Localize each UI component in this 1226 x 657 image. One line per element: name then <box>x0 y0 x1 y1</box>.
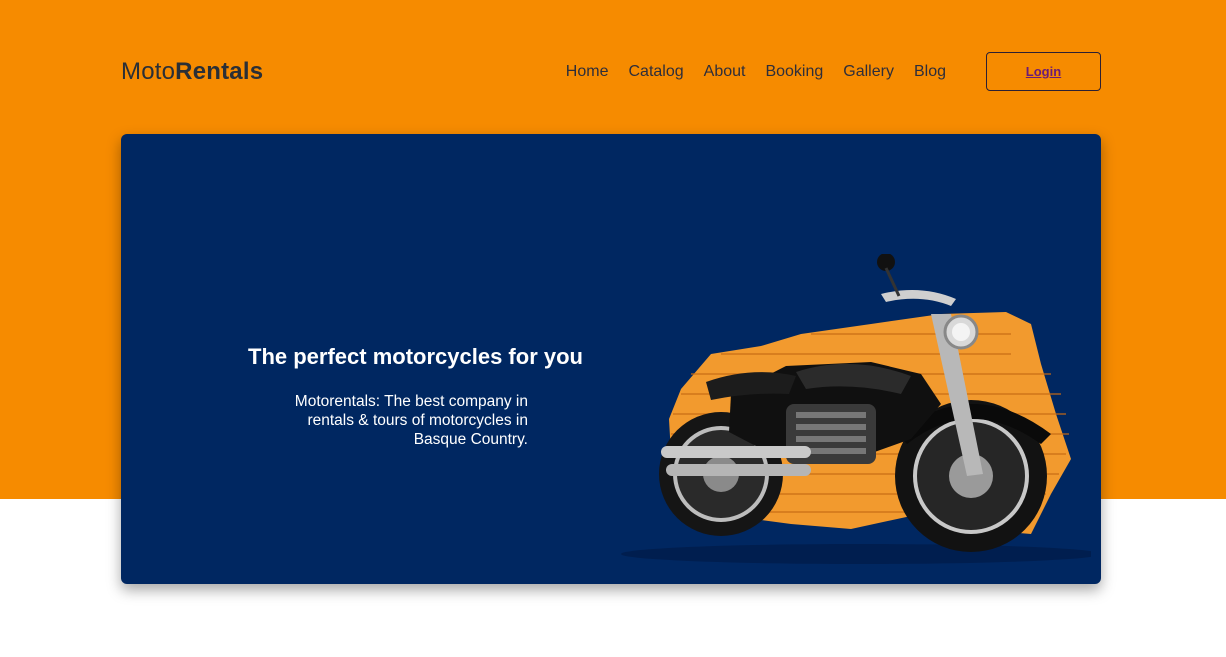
logo-bold: Rentals <box>175 58 264 85</box>
motorcycle-image <box>611 253 1101 574</box>
nav-blog[interactable]: Blog <box>914 63 946 81</box>
logo[interactable]: MotoRentals <box>121 58 263 86</box>
nav-about[interactable]: About <box>704 63 746 81</box>
hero-title: The perfect motorcycles for you <box>248 344 583 369</box>
site-header: MotoRentals Home Catalog About Booking G… <box>121 52 1101 91</box>
login-button[interactable]: Login <box>986 52 1101 91</box>
logo-prefix: Moto <box>121 58 176 85</box>
hero-banner: The perfect motorcycles for you Motorent… <box>121 134 1101 584</box>
nav-booking[interactable]: Booking <box>765 63 823 81</box>
hero-description: Motorentals: The best company in rentals… <box>294 393 528 448</box>
login-button-label: Login <box>1025 64 1062 79</box>
nav-catalog[interactable]: Catalog <box>628 63 683 81</box>
nav-gallery[interactable]: Gallery <box>843 63 894 81</box>
nav-home[interactable]: Home <box>566 63 609 81</box>
main-nav: Home Catalog About Booking Gallery Blog <box>566 63 946 81</box>
